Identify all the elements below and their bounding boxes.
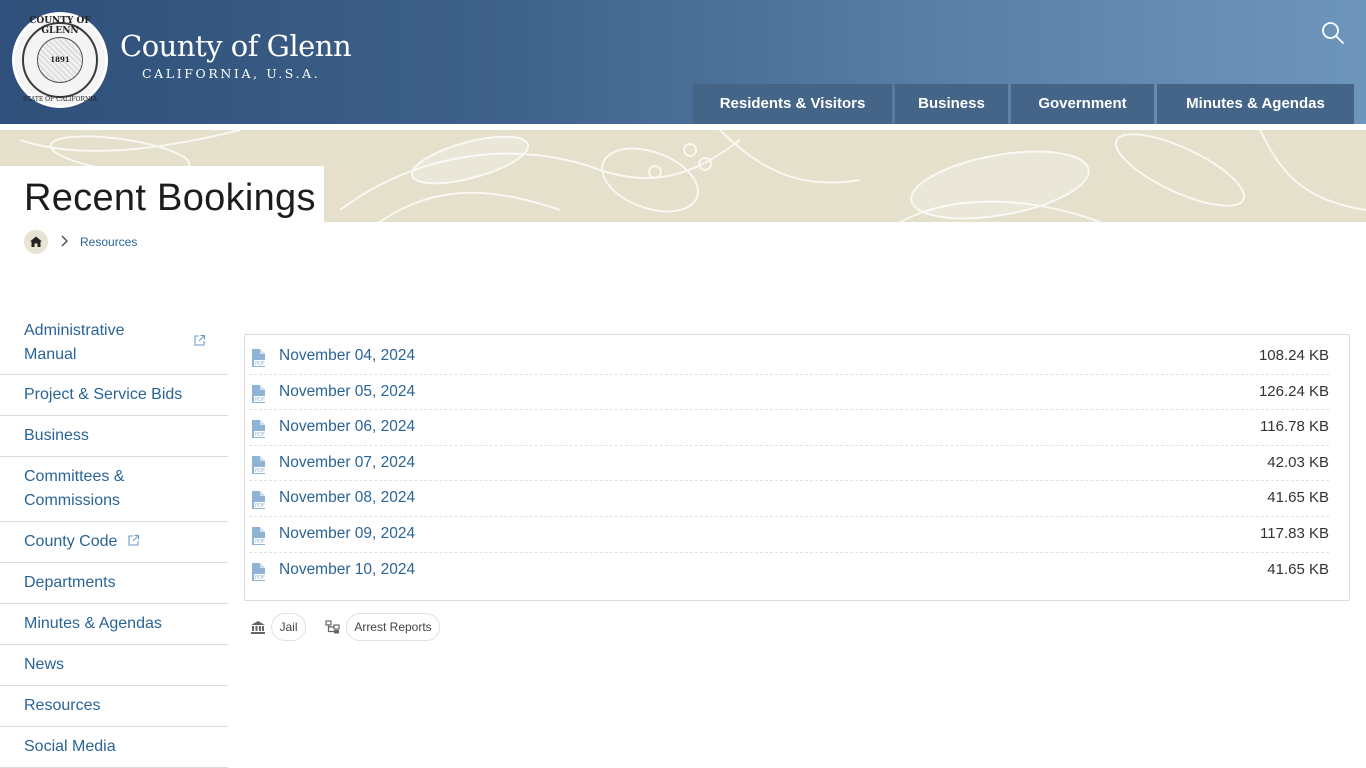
pdf-file-icon: PDF [252,455,266,474]
county-seal[interactable]: COUNTY OF GLENN 1891 STATE OF CALIFORNIA [12,12,108,108]
list-item[interactable]: PDF November 06, 2024 116.78 KB [249,410,1329,446]
nav-minutes-agendas[interactable]: Minutes & Agendas [1157,84,1354,124]
sidebar-item-label: County Code [24,533,118,550]
file-size: 41.65 KB [1267,489,1329,507]
pdf-file-icon: PDF [252,420,266,439]
sidebar-item-project-service-bids[interactable]: Project & Service Bids [0,375,228,416]
file-link[interactable]: November 08, 2024 [279,489,415,507]
sidebar-item-news[interactable]: News [0,645,228,686]
svg-text:PDF: PDF [255,361,265,367]
file-size: 117.83 KB [1260,524,1329,542]
seal-year: 1891 [50,55,70,64]
sidebar-nav: Administrative Manual Project & Service … [0,316,228,768]
sidebar-item-label: Committees & Commissions [24,468,125,509]
sidebar-item-label: Resources [24,697,101,714]
pdf-file-icon: PDF [252,491,266,510]
page-title: Recent Bookings [24,177,316,219]
site-header: COUNTY OF GLENN 1891 STATE OF CALIFORNIA… [0,0,1366,124]
pdf-file-icon: PDF [252,349,266,367]
list-item[interactable]: PDF November 05, 2024 126.24 KB [249,375,1329,411]
file-link[interactable]: November 06, 2024 [279,418,415,436]
list-item[interactable]: PDF November 09, 2024 117.83 KB [249,517,1329,553]
nav-residents-visitors[interactable]: Residents & Visitors [693,84,892,124]
sidebar-item-label: News [24,656,65,673]
file-link[interactable]: November 09, 2024 [279,525,415,543]
file-link[interactable]: November 04, 2024 [279,347,415,365]
file-size: 108.24 KB [1258,347,1329,364]
file-size: 42.03 KB [1267,453,1329,471]
chevron-right-icon [61,235,68,247]
file-size: 116.78 KB [1260,418,1329,436]
pdf-file-icon: PDF [252,384,266,403]
sidebar-item-resources[interactable]: Resources [0,686,228,727]
list-item[interactable]: PDF November 07, 2024 42.03 KB [249,446,1329,482]
sidebar-item-label: Minutes & Agendas [24,615,162,632]
site-subtitle: CALIFORNIA, U.S.A. [142,66,321,81]
list-item[interactable]: PDF November 04, 2024 108.24 KB [249,339,1329,375]
home-icon [30,236,42,247]
list-item[interactable]: PDF November 10, 2024 41.65 KB [249,553,1329,589]
file-link[interactable]: November 05, 2024 [279,383,415,401]
building-icon [251,621,265,634]
sidebar-item-business[interactable]: Business [0,416,228,457]
sidebar-item-county-code[interactable]: County Code [0,522,228,563]
list-item[interactable]: PDF November 08, 2024 41.65 KB [249,481,1329,517]
file-list: PDF November 04, 2024 108.24 KB PDF Nove… [244,334,1350,601]
seal-bottom-text: STATE OF CALIFORNIA [23,96,97,103]
external-link-icon [194,334,206,346]
svg-text:PDF: PDF [255,397,265,403]
svg-text:PDF: PDF [255,575,265,581]
sidebar-item-label: Social Media [24,738,116,755]
pdf-file-icon: PDF [252,562,266,581]
sidebar-item-administrative-manual[interactable]: Administrative Manual [0,316,228,375]
site-title[interactable]: County of Glenn [120,29,352,63]
sidebar-item-social-media[interactable]: Social Media [0,727,228,768]
file-size: 41.65 KB [1267,560,1329,578]
pdf-file-icon: PDF [252,526,266,545]
sidebar-item-minutes-agendas[interactable]: Minutes & Agendas [0,604,228,645]
sidebar-item-label: Administrative Manual [24,322,125,363]
file-link[interactable]: November 07, 2024 [279,454,415,472]
file-size: 126.24 KB [1258,382,1329,400]
nav-government[interactable]: Government [1011,84,1154,124]
department-tag[interactable]: Jail [271,613,306,641]
svg-text:PDF: PDF [255,503,265,509]
sidebar-item-label: Departments [24,574,116,591]
sidebar-item-label: Project & Service Bids [24,386,183,403]
svg-text:PDF: PDF [255,432,265,438]
breadcrumb-home[interactable] [24,230,48,254]
svg-text:PDF: PDF [255,468,265,474]
search-button[interactable] [1320,20,1346,46]
search-icon [1322,22,1344,44]
sidebar-item-departments[interactable]: Departments [0,563,228,604]
sidebar-item-committees-commissions[interactable]: Committees & Commissions [0,457,228,522]
external-link-icon [128,534,140,546]
svg-text:PDF: PDF [255,539,265,545]
category-tag[interactable]: Arrest Reports [346,613,440,641]
sidebar-item-label: Business [24,427,89,444]
hierarchy-icon [325,620,340,634]
nav-business[interactable]: Business [895,84,1008,124]
file-link[interactable]: November 10, 2024 [279,561,415,579]
breadcrumb-resources[interactable]: Resources [80,235,137,249]
seal-top-text: COUNTY OF GLENN [29,16,91,36]
